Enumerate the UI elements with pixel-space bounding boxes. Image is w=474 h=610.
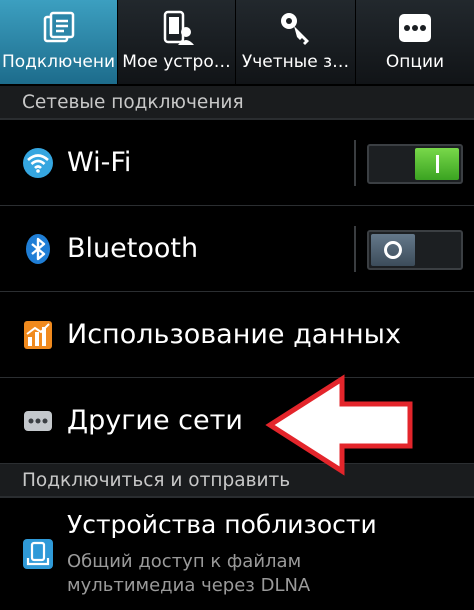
nearby-devices-icon xyxy=(22,538,54,574)
divider xyxy=(354,226,356,272)
section-header-network: Сетевые подключения xyxy=(0,86,474,120)
bluetooth-icon xyxy=(22,233,54,265)
options-dots-icon xyxy=(395,8,435,48)
subtitle-line-1: Общий доступ к файлам xyxy=(67,551,302,572)
wifi-icon xyxy=(22,147,54,179)
my-device-icon xyxy=(157,8,197,48)
divider xyxy=(354,140,356,186)
tab-my-device[interactable]: Мое устро… xyxy=(118,0,236,84)
nearby-devices-row[interactable]: Устройства поблизости Общий доступ к фай… xyxy=(0,498,474,610)
toggle-knob-off xyxy=(371,234,415,266)
toggle-knob-on xyxy=(415,148,459,180)
more-dots-icon xyxy=(22,405,54,437)
subtitle-line-2: мультимедиа через DLNA xyxy=(67,575,311,596)
tab-label: Учетные з… xyxy=(241,52,350,72)
annotation-arrow-icon xyxy=(264,374,416,480)
data-usage-label: Использование данных xyxy=(67,319,401,350)
connections-icon xyxy=(39,8,79,48)
tab-connections[interactable]: Подключени xyxy=(0,0,118,84)
wifi-row[interactable]: Wi-Fi xyxy=(0,120,474,206)
tab-accounts[interactable]: Учетные з… xyxy=(236,0,356,84)
data-usage-icon xyxy=(22,319,54,351)
wifi-label: Wi-Fi xyxy=(67,147,132,178)
tab-options[interactable]: Опции xyxy=(356,0,474,84)
more-networks-label: Другие сети xyxy=(67,405,243,436)
bluetooth-row[interactable]: Bluetooth xyxy=(0,206,474,292)
nearby-devices-title: Устройства поблизости xyxy=(67,510,377,539)
bluetooth-toggle[interactable] xyxy=(367,230,463,270)
settings-screen: Подключени Мое устро… Учетные з… Опции С… xyxy=(0,0,474,610)
bluetooth-label: Bluetooth xyxy=(67,233,199,264)
accounts-key-icon xyxy=(276,8,316,48)
tab-label: Мое устро… xyxy=(122,52,231,72)
settings-tab-bar: Подключени Мое устро… Учетные з… Опции xyxy=(0,0,474,84)
tab-label: Подключени xyxy=(1,52,116,72)
wifi-toggle[interactable] xyxy=(367,144,463,184)
tab-label: Опции xyxy=(385,52,445,72)
data-usage-row[interactable]: Использование данных xyxy=(0,292,474,378)
nearby-devices-subtitle: Общий доступ к файлам мультимедиа через … xyxy=(67,550,310,598)
